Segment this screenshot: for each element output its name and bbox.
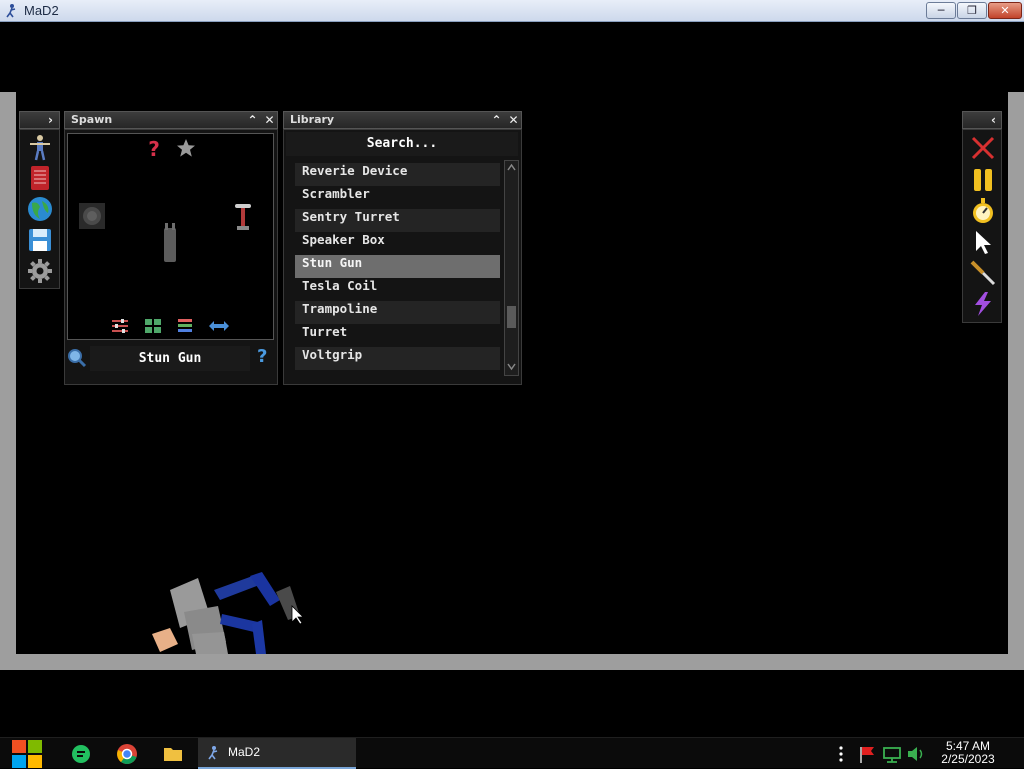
- mad2-app-icon: [208, 746, 218, 760]
- svg-text:?: ?: [148, 138, 160, 160]
- list-item[interactable]: Voltgrip: [295, 347, 500, 370]
- knife-icon[interactable]: [969, 259, 997, 287]
- layers-icon[interactable]: [176, 318, 194, 334]
- flag-icon[interactable]: [858, 743, 876, 765]
- list-item-selected[interactable]: Stun Gun: [295, 255, 500, 278]
- right-toolbar-body: [962, 129, 1002, 323]
- network-icon[interactable]: [882, 743, 902, 765]
- star-icon[interactable]: [176, 138, 196, 158]
- window-title: MaD2: [24, 3, 59, 18]
- spawn-panel-header: Spawn ⌃ ✕: [64, 111, 278, 129]
- book-icon[interactable]: [26, 164, 54, 192]
- gear-icon[interactable]: [26, 257, 54, 285]
- save-icon[interactable]: [26, 226, 54, 254]
- expand-toolbar-button[interactable]: ›: [42, 112, 59, 128]
- selected-item-name: Stun Gun: [90, 346, 250, 371]
- spawn-close-button[interactable]: ✕: [261, 112, 278, 128]
- globe-icon[interactable]: [26, 195, 54, 223]
- library-panel-title: Library: [290, 113, 335, 126]
- list-item[interactable]: Speaker Box: [295, 232, 500, 255]
- spawn-preview[interactable]: ?: [67, 133, 274, 340]
- tesla-preview-icon: [235, 204, 251, 230]
- scroll-up-icon[interactable]: [507, 163, 516, 171]
- clear-x-icon[interactable]: [969, 134, 997, 162]
- scroll-down-icon[interactable]: [507, 363, 516, 371]
- window-titlebar: MaD2 ─ ❐ ✕: [0, 0, 1024, 22]
- lightning-icon[interactable]: [969, 290, 997, 318]
- list-item[interactable]: Reverie Device: [295, 163, 500, 186]
- more-icon[interactable]: [836, 743, 846, 765]
- start-icon[interactable]: [10, 738, 44, 769]
- question-icon[interactable]: ?: [144, 138, 164, 160]
- library-panel-header: Library ⌃ ✕: [283, 111, 522, 129]
- ragdoll-scene[interactable]: [140, 562, 320, 656]
- collapse-toolbar-button[interactable]: ‹: [985, 112, 1002, 128]
- swap-arrows-icon[interactable]: [208, 320, 230, 332]
- help-icon[interactable]: ?: [257, 346, 267, 367]
- taskbar-item-label: MaD2: [228, 745, 261, 759]
- speaker-preview-icon: [79, 203, 105, 229]
- taskbar-item-mad2[interactable]: MaD2: [198, 738, 356, 769]
- list-item[interactable]: Sentry Turret: [295, 209, 500, 232]
- list-item[interactable]: Turret: [295, 324, 500, 347]
- folder-icon[interactable]: [162, 743, 184, 765]
- spawn-panel-title: Spawn: [71, 113, 113, 126]
- list-item[interactable]: Trampoline: [295, 301, 500, 324]
- taskbar-clock[interactable]: 5:47 AM 2/25/2023: [936, 740, 1000, 766]
- minimize-button[interactable]: ─: [926, 2, 956, 19]
- chrome-icon[interactable]: [116, 743, 138, 765]
- library-scrollbar[interactable]: [504, 160, 519, 376]
- chat-app-icon[interactable]: [70, 743, 92, 765]
- library-close-button[interactable]: ✕: [505, 112, 522, 128]
- search-icon[interactable]: [67, 348, 87, 368]
- clock-date: 2/25/2023: [941, 752, 995, 766]
- library-item-list: Reverie Device Scrambler Sentry Turret S…: [295, 163, 500, 370]
- list-item[interactable]: Tesla Coil: [295, 278, 500, 301]
- spawn-collapse-button[interactable]: ⌃: [244, 112, 261, 128]
- left-toolbar: ›: [19, 111, 60, 289]
- volume-icon[interactable]: [906, 743, 926, 765]
- right-toolbar: ‹: [962, 111, 1002, 323]
- close-window-button[interactable]: ✕: [988, 2, 1022, 19]
- right-toolbar-header: ‹: [962, 111, 1002, 129]
- left-toolbar-header: ›: [19, 111, 60, 129]
- stun-gun-preview-icon: [164, 223, 176, 262]
- sliders-icon[interactable]: [110, 318, 130, 334]
- grid-icon[interactable]: [144, 318, 162, 334]
- left-toolbar-body: [19, 129, 60, 289]
- library-search-input[interactable]: Search...: [286, 132, 518, 156]
- cursor-icon[interactable]: [969, 228, 997, 256]
- app-icon: [6, 4, 16, 18]
- list-item[interactable]: Scrambler: [295, 186, 500, 209]
- pause-icon[interactable]: [969, 166, 997, 194]
- taskbar: MaD2 5:47 AM 2/25/2023: [0, 737, 1024, 769]
- ragdoll-icon[interactable]: [26, 133, 54, 161]
- stopwatch-icon[interactable]: [969, 197, 997, 225]
- scrollbar-thumb[interactable]: [507, 306, 516, 328]
- library-collapse-button[interactable]: ⌃: [488, 112, 505, 128]
- maximize-button[interactable]: ❐: [957, 2, 987, 19]
